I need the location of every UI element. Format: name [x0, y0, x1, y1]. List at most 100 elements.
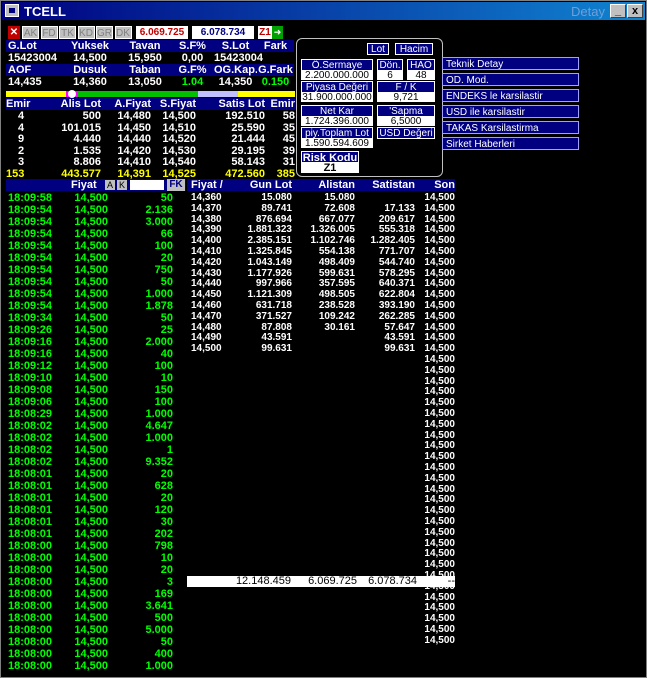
summary-value: 0.150: [261, 76, 290, 88]
trades-header-k-button[interactable]: K: [117, 180, 127, 190]
netkar-value: 1.724.396.000: [301, 117, 373, 127]
dist-total: 6.069.725: [308, 575, 357, 587]
depth-header: Emir: [6, 98, 31, 110]
trade-lot: 50: [160, 192, 173, 204]
trade-lot: 50: [160, 312, 173, 324]
dist-row-cell: 72.608: [324, 202, 355, 214]
dist-row-cell: 43.591: [384, 332, 415, 344]
trade-price: 14,500: [74, 324, 108, 336]
main-window: TCELL Detay _ x ✕ AK FD TK KD GR DK 6.069.725…: [0, 0, 647, 678]
menu-item-3[interactable]: USD ile karsilastir: [442, 105, 579, 118]
trade-time: 18:08:00: [8, 540, 53, 552]
dist-row-cell: 14,450: [191, 289, 222, 301]
close-button[interactable]: x: [627, 4, 643, 18]
trade-time: 18:08:00: [8, 600, 53, 612]
dist-row-cell: 640.371: [378, 278, 415, 290]
dist-row-cell: 14,500: [424, 332, 455, 344]
dist-header[interactable]: Fiyat /: [187, 179, 227, 191]
trade-price: 14,500: [74, 240, 108, 252]
trade-time: 18:09:54: [8, 252, 53, 264]
trade-time: 18:09:58: [8, 192, 53, 204]
trade-price: 14,500: [74, 252, 108, 264]
toolbar-button-gr[interactable]: GR: [96, 26, 113, 39]
depth-header: Alis Lot: [60, 98, 101, 110]
hao-value: 48: [407, 71, 435, 81]
dist-row-cell: 14,440: [191, 278, 222, 290]
depth-row-cell: 14,480: [117, 110, 151, 122]
close-icon[interactable]: ✕: [8, 26, 20, 39]
trades-filter-input[interactable]: [130, 180, 164, 190]
trade-time: 18:08:00: [8, 624, 53, 636]
toolbar-button-kd[interactable]: KD: [77, 26, 95, 39]
trade-time: 18:08:00: [8, 648, 53, 660]
summary-header: AOF: [6, 64, 61, 76]
hacim-button[interactable]: Hacim: [395, 43, 433, 55]
info-panel: Lot Hacim Ö.Sermaye 2.200.000.000 Dön. 6…: [296, 38, 443, 177]
trade-lot: 750: [154, 264, 173, 276]
trades-header-fk-button[interactable]: FK: [167, 179, 185, 191]
toolbar-button-fd[interactable]: FD: [40, 26, 58, 39]
dist-son-value: 14,500: [424, 537, 455, 549]
trade-lot: 1.878: [145, 300, 173, 312]
trade-price: 14,500: [74, 300, 108, 312]
minimize-button[interactable]: _: [610, 4, 626, 18]
trade-lot: 20: [160, 564, 173, 576]
summary-header: Yuksek: [61, 40, 119, 52]
dist-row-cell: 43.591: [261, 332, 292, 344]
toolbar-button-tk[interactable]: TK: [59, 26, 76, 39]
dist-row-cell: 371.527: [255, 310, 292, 322]
trade-lot: 628: [154, 480, 173, 492]
dist-row-cell: 14,470: [191, 310, 222, 322]
summary-value: 14,435: [8, 76, 42, 88]
dist-row-cell: 14,500: [424, 300, 455, 311]
trade-lot: 3.641: [145, 600, 173, 612]
dist-row-cell: 14,500: [424, 289, 455, 301]
trade-price: 14,500: [74, 576, 108, 588]
depth-row-cell: 14,420: [117, 144, 151, 157]
menu-item-2[interactable]: ENDEKS le karsilastir: [442, 89, 579, 102]
summary-value: 1.04: [181, 76, 204, 88]
dist-row-cell: 771.707: [378, 246, 415, 257]
depth-row-cell: 58: [282, 110, 295, 122]
menu-item-1[interactable]: OD. Mod.: [442, 73, 579, 86]
trade-time: 18:09:12: [8, 360, 53, 372]
dist-row-cell: 876.694: [255, 213, 292, 225]
trade-time: 18:08:02: [8, 420, 53, 432]
trade-lot: 202: [154, 528, 173, 540]
depth-row-cell: 14,500: [162, 110, 196, 122]
trade-time: 18:08:29: [8, 408, 53, 420]
trade-time: 18:09:08: [8, 384, 53, 396]
dist-son-value: 14,500: [424, 548, 455, 560]
trade-time: 18:09:54: [8, 204, 53, 216]
menu-item-4[interactable]: TAKAS Karsilastirma: [442, 121, 579, 134]
risk-kodu-value: Z1: [301, 163, 359, 174]
toolbar-tag: Z1: [258, 26, 272, 39]
trade-lot: 1.000: [145, 660, 173, 672]
trades-header-a-button[interactable]: A: [105, 180, 115, 190]
depth-row-cell: 31: [282, 156, 295, 169]
dist-header: Alistan: [318, 179, 355, 191]
toolbar-button-dk[interactable]: DK: [114, 26, 132, 39]
toolbar-button-ak[interactable]: AK: [22, 26, 39, 39]
summary-value: 13,050: [128, 76, 162, 88]
trade-time: 18:08:01: [8, 480, 53, 492]
depth-header: A.Fiyat: [114, 98, 151, 110]
trade-time: 18:09:06: [8, 396, 53, 408]
arrow-right-icon[interactable]: ➜: [272, 26, 283, 39]
depth-row-cell: 21.444: [231, 133, 265, 146]
depth-row-cell: 4: [17, 110, 25, 122]
dist-row-cell: 14,500: [424, 246, 455, 257]
trade-price: 14,500: [74, 276, 108, 288]
dist-row-cell: 14,500: [424, 235, 455, 247]
strip-marker[interactable]: [68, 90, 76, 98]
trade-time: 18:08:02: [8, 432, 53, 444]
usd-degeri-button[interactable]: USD Değeri: [377, 127, 435, 139]
menu-item-0[interactable]: Teknik Detay: [442, 57, 579, 70]
dist-total: 12.148.459: [235, 575, 291, 587]
dist-row-cell: 599.631: [318, 267, 355, 279]
lot-button[interactable]: Lot: [367, 43, 389, 55]
dist-son-value: 14,500: [424, 613, 455, 625]
menu-item-5[interactable]: Sirket Haberleri: [442, 137, 579, 150]
dist-son-value: 14,500: [424, 494, 455, 506]
dist-row-cell: 2.385.151: [247, 235, 293, 247]
